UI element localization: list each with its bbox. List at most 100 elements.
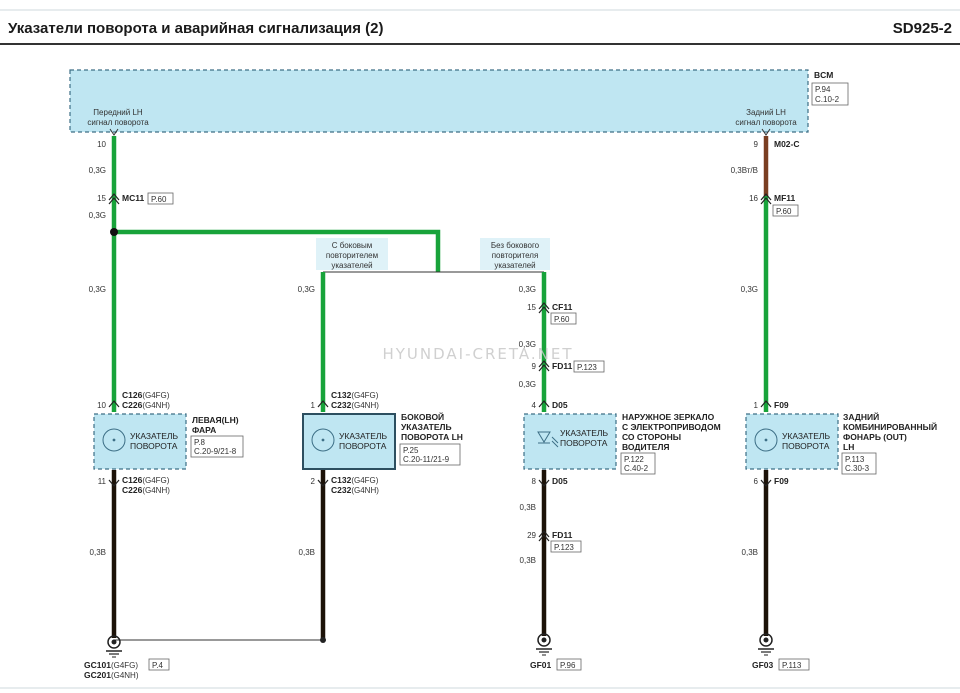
rear-mf11-ref: P.60 (776, 207, 792, 216)
side-name-3: ПОВОРОТА LH (401, 432, 463, 442)
rear-name-1: ЗАДНИЙ (843, 411, 879, 422)
side-wire-bottom: 0,3B (299, 548, 315, 557)
left-wire-after-mc11: 0,3G (89, 211, 106, 220)
side-wire-top: 0,3G (298, 285, 315, 294)
bcm-left-pin-label-1: Передний LH (93, 108, 143, 117)
side-conn-top-1: C132(G4FG) (331, 390, 379, 400)
rear-component-label-1: УКАЗАТЕЛЬ (782, 431, 831, 441)
left-wire-top: 0,3G (89, 166, 106, 175)
rear-ground-ref: P.113 (782, 661, 802, 670)
mirror-fd11b-ref: P.123 (554, 543, 574, 552)
mirror-wire-4: 0,3B (520, 503, 536, 512)
mirror-fd11-ref: P.123 (577, 363, 597, 372)
rear-bcm-pin: 9 (754, 140, 759, 149)
page-code: SD925-2 (893, 20, 952, 37)
mirror-d05-top-pin: 4 (532, 401, 537, 410)
rear-ground-icon (758, 633, 774, 656)
mirror-cf11-pin: 15 (527, 303, 536, 312)
wiring-diagram: Указатели поворота и аварийная сигнализа… (0, 9, 960, 689)
mirror-ground-ref: P.96 (560, 661, 576, 670)
side-conn-bot-2: C232(G4NH) (331, 485, 379, 495)
left-mc11-pin: 15 (97, 194, 106, 203)
page-title: Указатели поворота и аварийная сигнализа… (8, 20, 384, 37)
left-mc11-ref: P.60 (151, 195, 167, 204)
mirror-d05-top-name: D05 (552, 400, 568, 410)
left-component-label-1: УКАЗАТЕЛЬ (130, 431, 179, 441)
bcm-name: BCM (814, 70, 833, 80)
rear-ref-page: P.113 (845, 455, 865, 464)
mirror-ref-page: P.122 (624, 455, 644, 464)
branch-with-label-1: С боковым (332, 241, 373, 250)
mirror-component-label-1: УКАЗАТЕЛЬ (560, 428, 609, 438)
rear-f09-bot-name: F09 (774, 476, 789, 486)
mirror-ref-schema: C.40-2 (624, 464, 649, 473)
side-name-1: БОКОВОЙ (401, 411, 444, 422)
mirror-ground-icon (536, 633, 552, 656)
mirror-fd11b-name: FD11 (552, 530, 573, 540)
side-lamp-filament-icon (321, 438, 325, 442)
side-conn-bot-1: C132(G4FG) (331, 475, 379, 485)
mirror-cf11-name: CF11 (552, 302, 573, 312)
left-name-2: ФАРА (192, 425, 216, 435)
rear-wire-3: 0,3B (742, 548, 758, 557)
left-ground-1: GC101(G4FG) (84, 660, 138, 670)
rear-ground: GF03 (752, 660, 774, 670)
branch-with-label-2: повторителем (326, 251, 378, 260)
left-ground-ref: P.4 (152, 661, 164, 670)
side-name-2: УКАЗАТЕЛЬ (401, 422, 452, 432)
rear-f09-top-name: F09 (774, 400, 789, 410)
left-bcm-pin: 10 (97, 140, 106, 149)
left-mc11-name: MC11 (122, 193, 144, 203)
left-conn-bot-1: C126(G4FG) (122, 475, 170, 485)
mirror-wire-1: 0,3G (519, 285, 536, 294)
side-conn-top-pin: 1 (311, 401, 316, 410)
rear-mf11-pin: 16 (749, 194, 758, 203)
side-conn-top-2: C232(G4NH) (331, 400, 379, 410)
mirror-wire-5: 0,3B (520, 556, 536, 565)
left-name-1: ЛЕВАЯ(LH) (192, 415, 239, 425)
mirror-fd11b-pin: 29 (527, 531, 536, 540)
left-component-label-2: ПОВОРОТА (130, 441, 178, 451)
rear-m02-name: M02-C (774, 139, 800, 149)
side-ground-terminal (320, 637, 326, 643)
side-component-label-1: УКАЗАТЕЛЬ (339, 431, 388, 441)
rear-name-4: LH (843, 442, 854, 452)
left-ground-icon (106, 635, 122, 658)
branch-without-label-3: указателей (494, 261, 535, 270)
bcm-right-pin-label-1: Задний LH (746, 108, 786, 117)
rear-mf11-name: MF11 (774, 193, 796, 203)
rear-name-3: ФОНАРЬ (OUT) (843, 432, 907, 442)
side-ref-schema: C.20-11/21-9 (403, 455, 450, 464)
rear-name-2: КОМБИНИРОВАННЫЙ (843, 421, 937, 432)
wire-bus-green (114, 229, 441, 272)
mirror-name-2: С ЭЛЕКТРОПРИВОДОМ (622, 422, 721, 432)
rear-f09-bot-pin: 6 (754, 477, 759, 486)
bcm-ref-schema: C.10-2 (815, 95, 840, 104)
rear-ref-schema: C.30-3 (845, 464, 870, 473)
left-conn-top-2: C226(G4NH) (122, 400, 170, 410)
branch-without-label-1: Без бокового (491, 241, 540, 250)
left-ground-2: GC201(G4NH) (84, 670, 139, 680)
mirror-wire-3: 0,3G (519, 380, 536, 389)
mirror-name-4: ВОДИТЕЛЯ (622, 442, 670, 452)
mirror-name-1: НАРУЖНОЕ ЗЕРКАЛО (622, 412, 715, 422)
mirror-ground: GF01 (530, 660, 552, 670)
left-lamp-filament-icon (112, 438, 116, 442)
left-conn-bot-pin: 11 (98, 477, 107, 486)
bcm-left-pin-label-2: сигнал поворота (87, 118, 149, 127)
mirror-cf11-ref: P.60 (554, 315, 570, 324)
mirror-component-label-2: ПОВОРОТА (560, 438, 608, 448)
side-conn-bot-pin: 2 (311, 477, 316, 486)
side-component-label-2: ПОВОРОТА (339, 441, 387, 451)
splice-dot (110, 228, 118, 236)
bcm-right-pin-label-2: сигнал поворота (735, 118, 797, 127)
branch-without-label-2: повторителя (492, 251, 539, 260)
rear-f09-top-pin: 1 (754, 401, 759, 410)
branch-with-label-3: указателей (331, 261, 372, 270)
mirror-fd11-pin: 9 (532, 362, 537, 371)
mirror-name-3: СО СТОРОНЫ (622, 432, 681, 442)
bcm-ref-page: P.94 (815, 85, 831, 94)
mirror-d05-bot-pin: 8 (532, 477, 537, 486)
rear-lamp-filament-icon (764, 438, 768, 442)
left-conn-top-pin: 10 (97, 401, 106, 410)
